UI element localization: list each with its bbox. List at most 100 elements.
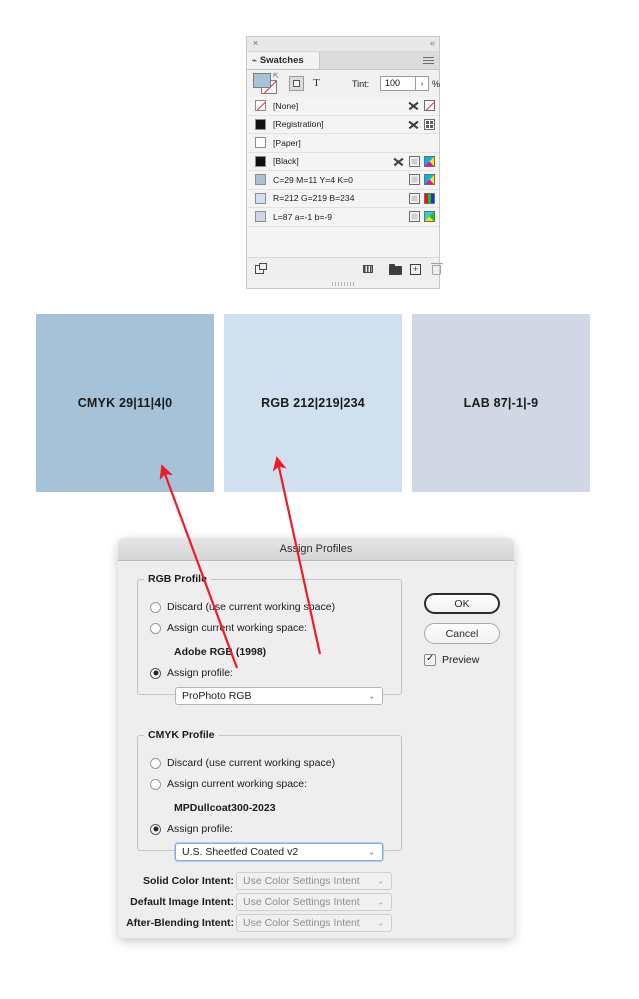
swatch-row-icons [392,153,435,171]
swatch-list[interactable]: [None] [Registration] [Paper] [Black] C=29 M… [247,97,439,260]
pin-icon[interactable] [392,155,405,168]
cmyk-assign-profile-label: Assign profile: [167,823,233,835]
solid-color-intent-value: Use Color Settings Intent [243,875,360,887]
cmyk-working-space-radio-row[interactable]: Assign current working space: [150,778,307,790]
new-swatch-icon[interactable]: + [410,263,423,276]
after-blending-intent-value: Use Color Settings Intent [243,917,360,929]
close-icon[interactable]: × [251,39,260,48]
rgb-working-space-label: Assign current working space: [167,622,308,634]
swap-fill-stroke-icon[interactable]: ⇱ [273,72,279,80]
solid-color-intent-row: Solid Color Intent: Use Color Settings I… [137,872,492,891]
preview-checkbox-row[interactable]: Preview [424,653,480,666]
after-blending-intent-label: After-Blending Intent: [126,917,234,929]
rgb-discard-label: Discard (use current working space) [167,601,336,613]
swatch-color-chip [255,137,266,149]
swatches-footer: + [247,257,443,280]
rgb-discard-radio[interactable] [150,601,161,613]
swatches-panel: × « ⌁ Swatches ⇱ T Tint: 100 › % [None][… [246,36,443,289]
chevron-down-icon: ⌄ [368,691,375,701]
new-color-group-folder-icon[interactable] [389,263,402,276]
registration-icon [424,118,435,130]
tint-swatch-icon [409,192,420,204]
panel-menu-icon[interactable] [423,57,434,64]
cmyk-working-space-radio[interactable] [150,778,161,790]
cmyk-working-space-label: Assign current working space: [167,778,308,790]
cmyk-profile-select[interactable]: U.S. Sheetfed Coated v2 ⌄ [175,843,383,861]
rgb-assign-profile-radio-row[interactable]: Assign profile: [150,667,233,679]
cmyk-assign-profile-radio[interactable] [150,823,161,835]
swatch-row[interactable]: R=212 G=219 B=234 [247,190,439,208]
swatch-row[interactable]: L=87 a=-1 b=-9 [247,208,439,227]
rgb-working-space-radio[interactable] [150,622,161,634]
swatches-toolbar: ⇱ T Tint: 100 › % [247,70,441,99]
tint-percent-label: % [432,79,441,89]
cmyk-discard-radio-row[interactable]: Discard (use current working space) [150,757,335,769]
chevron-down-icon: ⌄ [377,876,384,886]
cancel-button[interactable]: Cancel [424,623,500,644]
formatting-affects-text-icon[interactable]: T [309,76,324,91]
pin-icon[interactable] [407,118,420,131]
default-image-intent-select[interactable]: Use Color Settings Intent ⌄ [236,893,392,911]
tint-stepper-icon[interactable]: › [416,76,429,91]
tint-label: Tint: [352,79,370,89]
swatch-row[interactable]: C=29 M=11 Y=4 K=0 [247,171,439,190]
assign-profiles-dialog: Assign Profiles RGB Profile Discard (use… [118,538,514,938]
tab-swatches[interactable]: ⌁ Swatches [247,52,320,69]
swatch-name: C=29 M=11 Y=4 K=0 [273,174,353,185]
color-group-icon[interactable] [363,263,376,276]
cmyk-profile-group: CMYK Profile Discard (use current workin… [137,729,402,861]
swatch-color-chip [255,174,266,186]
color-block-lab: LAB 87|-1|-9 [412,314,590,492]
rgb-assign-profile-radio[interactable] [150,667,161,679]
swatch-row-icons [407,97,435,115]
rgb-discard-radio-row[interactable]: Discard (use current working space) [150,601,335,613]
cmyk-color-mode-icon [424,155,435,167]
swatch-color-chip [255,100,266,112]
cancel-button-label: Cancel [445,627,479,640]
chevron-down-icon: ⌄ [377,897,384,907]
swatch-color-chip [255,211,266,223]
show-color-libraries-icon[interactable] [255,263,268,276]
ok-button[interactable]: OK [424,593,500,614]
fill-proxy-icon[interactable] [253,73,271,88]
rgb-profile-select[interactable]: ProPhoto RGB ⌄ [175,687,383,705]
swatch-color-chip [255,118,266,130]
tint-swatch-icon [409,155,420,167]
cmyk-working-space-value: MPDullcoat300-2023 [174,802,276,814]
pin-icon[interactable] [407,99,420,112]
rgb-working-space-radio-row[interactable]: Assign current working space: [150,622,307,634]
panel-resize-grip[interactable] [332,282,354,286]
swatch-row[interactable]: [Black] [247,153,439,171]
default-image-intent-row: Default Image Intent: Use Color Settings… [130,893,492,912]
rgb-profile-group: RGB Profile Discard (use current working… [137,573,402,705]
preview-checkbox[interactable] [424,653,436,666]
screenshot-root: × « ⌁ Swatches ⇱ T Tint: 100 › % [None][… [0,0,639,999]
cmyk-discard-radio[interactable] [150,757,161,769]
color-block-cmyk-label: CMYK 29|11|4|0 [77,396,173,410]
swatch-name: R=212 G=219 B=234 [273,193,355,204]
after-blending-intent-select[interactable]: Use Color Settings Intent ⌄ [236,914,392,932]
swatch-row[interactable]: [Paper] [247,134,439,153]
color-block-lab-label: LAB 87|-1|-9 [463,396,539,410]
formatting-affects-container-icon[interactable] [289,76,304,91]
solid-color-intent-select[interactable]: Use Color Settings Intent ⌄ [236,872,392,890]
swatch-name: [None] [273,100,299,111]
default-image-intent-value: Use Color Settings Intent [243,896,360,908]
dialog-title: Assign Profiles [279,543,353,555]
collapse-panel-icon[interactable]: « [430,38,435,49]
swatch-row-icons [409,171,435,189]
preview-label: Preview [442,654,480,666]
cmyk-profile-select-value: U.S. Sheetfed Coated v2 [182,846,299,858]
tint-input[interactable]: 100 [380,76,416,91]
fill-stroke-proxy[interactable]: ⇱ [253,73,281,95]
delete-swatch-icon[interactable] [431,262,444,276]
chevron-down-icon: ⌄ [368,847,375,857]
tab-swatches-label: Swatches [259,55,304,66]
swatch-color-chip [255,192,266,204]
swatch-row[interactable]: [Registration] [247,116,439,134]
swatch-name: L=87 a=-1 b=-9 [273,211,333,222]
swatch-row[interactable]: [None] [247,97,439,116]
tab-diamond-icon: ⌁ [252,56,257,65]
cmyk-assign-profile-radio-row[interactable]: Assign profile: [150,823,233,835]
solid-color-intent-label: Solid Color Intent: [143,875,234,887]
